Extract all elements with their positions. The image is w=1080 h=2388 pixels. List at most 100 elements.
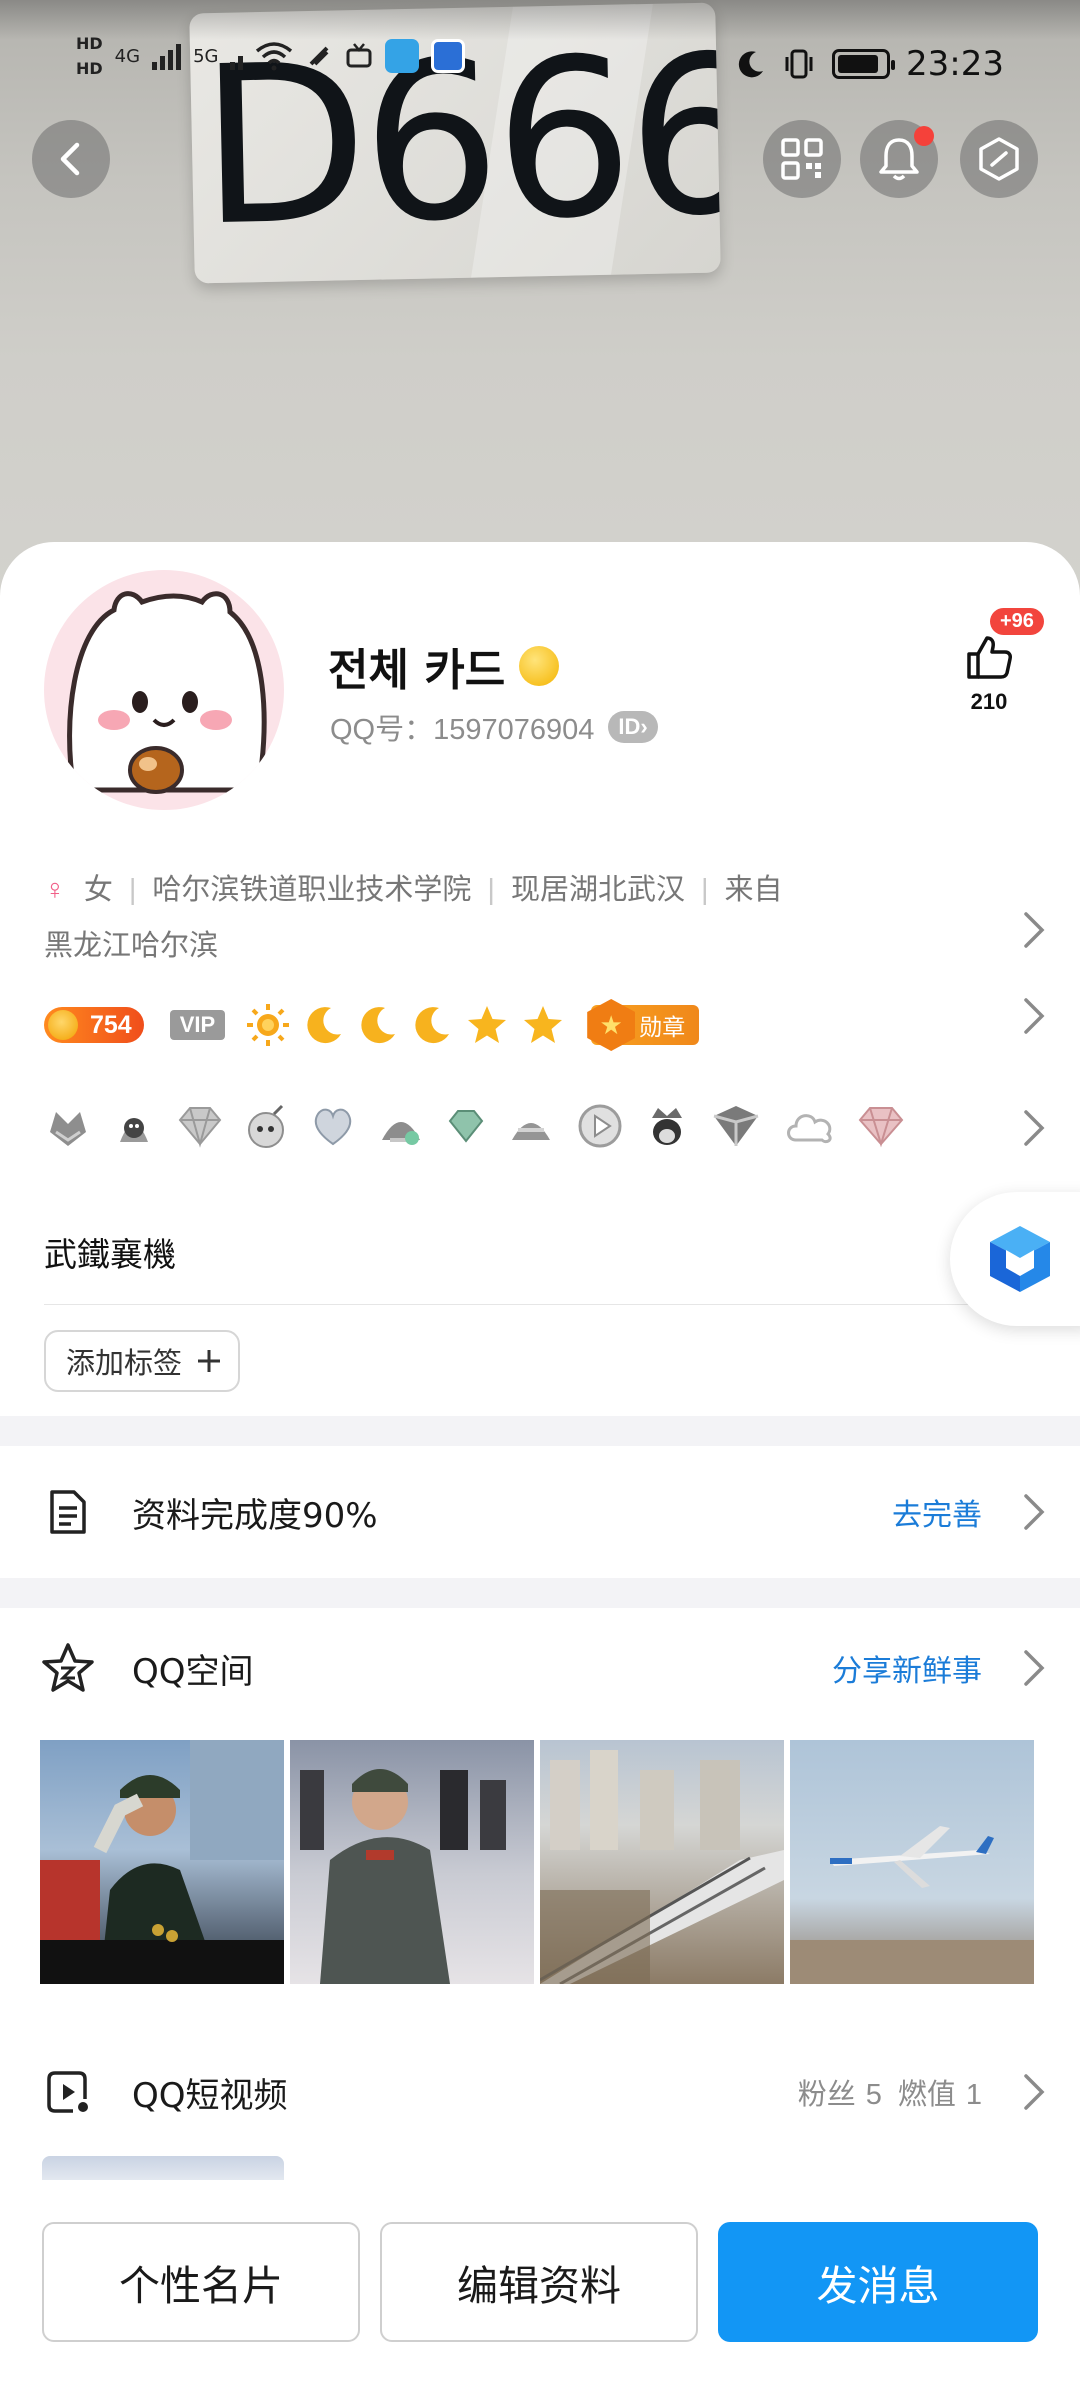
shuriken-icon [713,1106,759,1146]
dark-penguin-crown-icon [652,1108,682,1145]
hd-indicator-1: HD [76,34,103,53]
document-icon [40,1484,96,1540]
profile-card: 전체 카드 QQ号：1597076904 ID › +96 210 ♀ 女 | 哈尔滨… [0,542,1080,2388]
privilege-icons-row[interactable] [44,1102,906,1150]
origin-text: 黑龙江哈尔滨 [44,930,219,962]
thumbs-up-icon [967,636,1012,679]
qzone-photo-3[interactable] [540,1740,784,1984]
back-button[interactable] [32,120,110,198]
profile-name-text: 전체 카드 [328,645,506,696]
personal-info[interactable]: ♀ 女 | 哈尔滨铁道职业技术学院 | 现居湖北武汉 | 来自 黑龙江哈尔滨 [44,862,974,974]
qr-code-icon [781,138,823,180]
avatar[interactable] [44,570,284,810]
chevron-right-icon [1024,2074,1045,2110]
signal-icon-2 [230,42,244,70]
school-text: 哈尔滨铁道职业技术学院 [152,874,472,906]
qr-code-button[interactable] [763,120,841,198]
qzone-row[interactable]: QQ空间 分享新鲜事 [0,1608,1080,1728]
status-bar: HD HD 4G 5G 23:23 [0,30,1080,100]
fans-label: 粉丝 [797,2079,856,2111]
signal-icon-1 [152,42,182,70]
qq-number[interactable]: QQ号：1597076904 ID › [330,706,658,748]
signature-divider [44,1304,1044,1305]
chevron-right-icon[interactable] [1022,996,1046,1036]
short-video-title: QQ短视频 [132,2075,288,2116]
id-badge[interactable]: ID › [608,711,658,743]
penguin-hat-icon [120,1118,148,1142]
level-badges[interactable]: 754 VIP 勋章 [44,1002,700,1048]
profile-completion-row[interactable]: 资料完成度90% 去完善 [0,1446,1080,1578]
play-icon [578,1104,622,1148]
residence-text: 现居湖北武汉 [510,874,685,906]
short-video-row[interactable]: QQ短视频 粉丝 5 燃值 1 [0,2032,1080,2152]
moon-level-icon-3 [415,1007,450,1044]
diamond-icon [178,1107,222,1148]
cube-icon [990,1226,1050,1292]
moon-level-icon-1 [307,1007,342,1044]
short-video-thumbnail[interactable] [42,2156,284,2180]
send-message-button[interactable]: 发消息 [718,2222,1038,2342]
short-video-stats: 粉丝 5 燃值 1 [798,2071,982,2113]
network-5g-label: 5G [193,45,219,67]
plus-icon [198,1350,221,1372]
hexagon-settings-icon [979,137,1019,181]
hamster-avatar-image [67,591,267,794]
penguin-crown-icon [382,1122,420,1145]
chevron-right-icon [1024,1494,1045,1530]
tv-icon [346,43,372,68]
back-arrow-icon [60,142,80,176]
qzone-title: QQ空间 [132,1651,254,1692]
like-count: 210 [970,689,1008,714]
short-video-icon [40,2064,96,2120]
no-disturb-icon [310,46,329,66]
qzone-star-icon [40,1640,96,1696]
vip-badge: VIP [169,1010,226,1040]
floating-cube-button[interactable] [950,1192,1080,1326]
network-4g-label: 4G [114,45,141,67]
like-new-badge: +96 [990,608,1044,635]
profile-name: 전체 카드 [328,634,560,698]
complete-profile-link[interactable]: 去完善 [892,1490,982,1534]
share-news-link[interactable]: 分享新鲜事 [832,1646,982,1690]
green-diamond-icon [448,1110,484,1143]
gender-text: 女 [83,874,113,906]
section-gap [0,1416,1080,1446]
section-gap [0,1578,1080,1608]
bottom-action-bar: 个性名片 编辑资料 发消息 [0,2200,1080,2388]
silver-crown-icon [512,1123,550,1140]
moon-icon [738,51,764,78]
smile-icon [519,646,560,686]
notification-button[interactable] [860,120,938,198]
browser-app-icon [431,39,466,73]
star-level-icon-1 [468,1006,507,1043]
edit-profile-button[interactable]: 编辑资料 [380,2222,698,2342]
qzone-photo-4[interactable] [790,1740,1034,1984]
notification-dot [914,126,934,146]
chevron-right-icon[interactable] [1022,910,1046,950]
chevron-right-icon [1024,1650,1045,1686]
fans-count: 5 [865,2079,882,2111]
heat-label: 燃值 [897,2079,956,2111]
like-button[interactable]: +96 210 [944,608,1044,715]
bomb-icon [248,1104,284,1148]
book-app-icon [385,39,420,73]
qzone-photo-2[interactable] [290,1740,534,1984]
vibrate-icon [785,49,813,79]
qzone-photo-1[interactable] [40,1740,284,1984]
completion-title: 资料完成度90% [132,1495,378,1536]
signature-text[interactable]: 武鐵襄機 [44,1228,176,1276]
profile-card-button[interactable]: 个性名片 [42,2222,360,2342]
add-tag-label: 添加标签 [66,1348,183,1380]
add-tag-button[interactable]: 添加标签 [44,1330,241,1392]
medal-badge: 勋章 [591,1005,700,1045]
chevron-right-icon[interactable] [1022,1108,1046,1148]
status-right: 23:23 [736,44,1004,84]
qq-number-text: QQ号：1597076904 [330,714,595,746]
level-badge: 754 [44,1007,144,1043]
settings-button[interactable] [960,120,1038,198]
pink-diamond-icon [858,1107,904,1148]
clock-time: 23:23 [906,44,1004,84]
moon-level-icon-2 [361,1007,396,1044]
gray-crown-icon [50,1112,86,1146]
status-left: HD HD 4G 5G [76,34,466,78]
